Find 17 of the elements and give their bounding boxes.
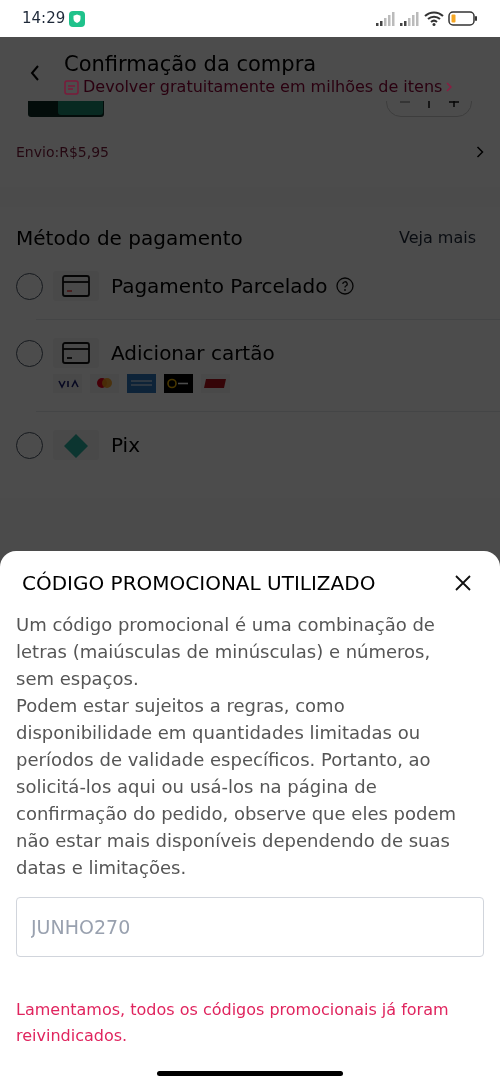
status-time: 14:29 bbox=[22, 8, 66, 30]
sheet-title: CÓDIGO PROMOCIONAL UTILIZADO bbox=[21, 570, 376, 597]
free-return-link[interactable]: Devolver gratuitamente em milhões de itens bbox=[83, 77, 443, 97]
error-message: Lamentamos, todos os códigos promocionais já foram reivindicados. bbox=[16, 999, 450, 1047]
shipping-cost: Envio:R$5,95 bbox=[16, 142, 109, 162]
section-title: Método de pagamento bbox=[16, 225, 243, 252]
sheet-paragraph: Podem estar sujeitos a regras, como disponibilidade em quantidades limitadas ou períodos de validade específicos. Portanto, ao solicitá-los aqui ou usá-los na página de confirmação do pedido, observe que eles podem não estar mais disponíveis dependendo de suas datas e limitações. bbox=[16, 694, 458, 880]
signal-icon bbox=[400, 11, 420, 26]
signal-icon bbox=[376, 11, 396, 26]
close-icon[interactable] bbox=[454, 574, 472, 592]
shield-icon bbox=[69, 10, 86, 27]
page-title: Confirmação da compra bbox=[64, 51, 318, 77]
sheet-paragraph: Um código promocional é uma combinação de letras (maiúsculas de minúsculas) e números, sem espaços. bbox=[16, 613, 436, 691]
battery-icon bbox=[448, 11, 478, 26]
wifi-icon bbox=[424, 11, 444, 26]
chevron-right-icon[interactable] bbox=[446, 82, 453, 92]
return-box-icon bbox=[64, 79, 79, 95]
